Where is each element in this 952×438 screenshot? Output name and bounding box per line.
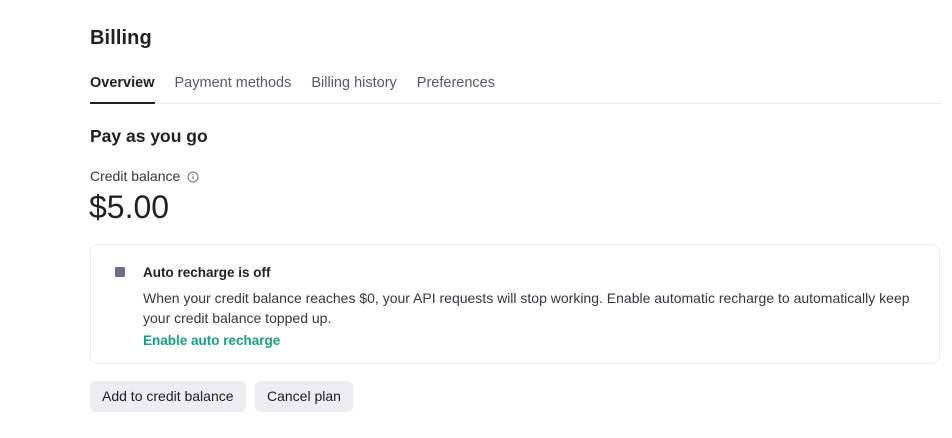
credit-balance-label: Credit balance xyxy=(90,168,181,184)
tab-payment-methods[interactable]: Payment methods xyxy=(175,60,292,103)
page-title: Billing xyxy=(90,27,152,49)
plan-title: Pay as you go xyxy=(90,126,208,146)
auto-recharge-title: Auto recharge is off xyxy=(143,265,271,280)
square-icon xyxy=(115,267,125,277)
tab-billing-history[interactable]: Billing history xyxy=(311,60,396,103)
billing-page: Billing Overview Payment methods Billing… xyxy=(0,0,952,438)
credit-balance-label-row: Credit balance xyxy=(90,168,199,184)
tab-overview[interactable]: Overview xyxy=(90,60,155,104)
auto-recharge-notice: Auto recharge is off When your credit ba… xyxy=(90,244,940,364)
info-circle-icon[interactable] xyxy=(187,170,199,183)
tab-preferences[interactable]: Preferences xyxy=(417,60,495,103)
cancel-plan-button[interactable]: Cancel plan xyxy=(255,381,353,412)
billing-tabs: Overview Payment methods Billing history… xyxy=(90,60,942,104)
add-to-credit-balance-button[interactable]: Add to credit balance xyxy=(90,381,246,412)
credit-balance-amount: $5.00 xyxy=(89,189,170,225)
auto-recharge-description: When your credit balance reaches $0, you… xyxy=(143,290,910,326)
enable-auto-recharge-link[interactable]: Enable auto recharge xyxy=(143,333,280,348)
